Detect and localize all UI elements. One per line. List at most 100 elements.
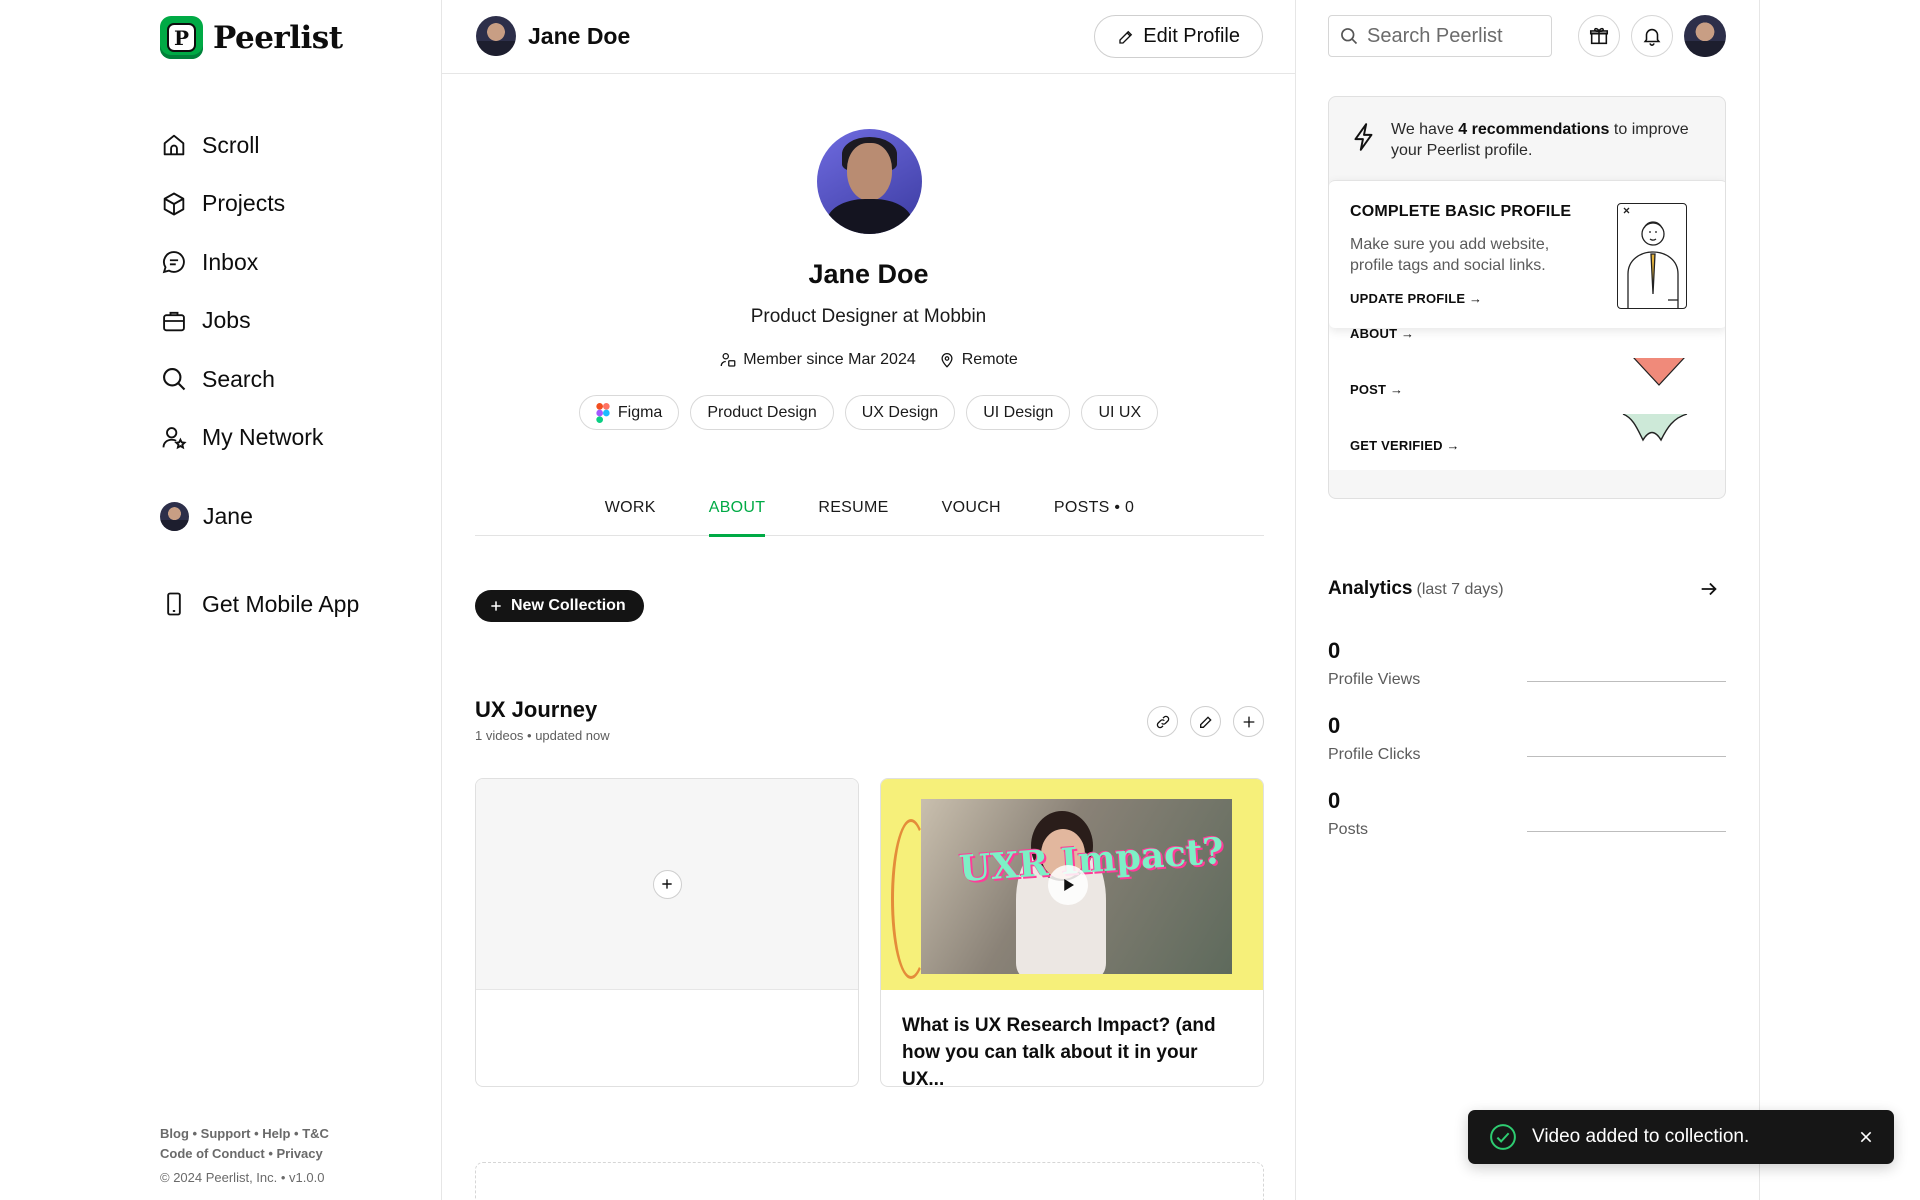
page: P Peerlist Scroll Projects Inbox Jobs Se… (0, 0, 1920, 1200)
profile-tags: Figma Product Design UX Design UI Design… (442, 395, 1295, 430)
network-icon (162, 426, 187, 449)
rec-get-verified[interactable]: GET VERIFIED → (1329, 413, 1725, 470)
copy-link-button[interactable] (1147, 706, 1178, 737)
figma-icon (596, 402, 610, 423)
nav-label: Projects (202, 190, 286, 217)
account-avatar[interactable] (1684, 15, 1726, 57)
avatar (476, 16, 516, 56)
tag-ui-ux[interactable]: UI UX (1081, 395, 1159, 430)
nav-label: My Network (202, 424, 324, 451)
stat-label: Profile Clicks (1328, 746, 1421, 763)
collection-actions (1147, 706, 1264, 737)
analytics-open-button[interactable] (1698, 578, 1720, 605)
sidebar-user-name: Jane (203, 503, 253, 529)
search-field[interactable] (1328, 15, 1552, 57)
analytics-period: (last 7 days) (1416, 581, 1504, 598)
gift-button[interactable] (1578, 15, 1620, 57)
tag-label: UI Design (983, 403, 1054, 421)
stat-profile-clicks: 0 Profile Clicks (1328, 713, 1726, 783)
right-panel: We have 4 recommendations to improve you… (1296, 0, 1760, 1200)
recommendations-panel: We have 4 recommendations to improve you… (1328, 96, 1726, 499)
footer-links[interactable]: Blog • Support • Help • T&C Code of Cond… (160, 1124, 329, 1164)
update-profile-link[interactable]: UPDATE PROFILE → (1350, 291, 1482, 306)
add-to-collection-button[interactable] (1233, 706, 1264, 737)
collection-subtitle: 1 videos • updated now (475, 728, 610, 743)
left-sidebar: P Peerlist Scroll Projects Inbox Jobs Se… (0, 0, 442, 1200)
tag-label: Figma (617, 403, 663, 421)
user-calendar-icon (720, 352, 736, 367)
tab-work[interactable]: WORK (605, 480, 656, 536)
stat-value: 0 (1328, 638, 1341, 663)
analytics-heading: Analytics (1328, 578, 1413, 599)
footer-links-line2[interactable]: Code of Conduct • Privacy (160, 1144, 329, 1164)
edit-profile-button[interactable]: Edit Profile (1094, 15, 1263, 58)
home-icon (163, 134, 185, 156)
stat-label: Profile Views (1328, 671, 1421, 688)
plus-icon (1243, 716, 1254, 727)
location-text: Remote (961, 351, 1018, 368)
add-item-card[interactable] (475, 778, 859, 1087)
logo-mark-icon: P (160, 16, 203, 59)
main-content: Jane Doe Edit Profile Jane Doe Product D… (442, 0, 1296, 1200)
video-title[interactable]: What is UX Research Impact? (and how you… (881, 990, 1263, 1086)
video-thumbnail[interactable]: UXR Impact? (881, 779, 1263, 990)
chat-icon (162, 251, 185, 274)
tag-ux-design[interactable]: UX Design (844, 395, 956, 430)
bell-icon (1643, 28, 1661, 46)
topbar-user-name: Jane Doe (528, 22, 631, 49)
stat-value: 0 (1328, 713, 1341, 738)
tab-vouch[interactable]: VOUCH (942, 480, 1001, 536)
video-card[interactable]: UXR Impact? What is UX Research Impact? … (880, 778, 1264, 1087)
nav-item-projects[interactable]: Projects (160, 175, 323, 234)
close-icon[interactable] (1858, 1129, 1874, 1145)
analytics-title: Analytics (last 7 days) (1328, 578, 1504, 600)
rec-card-title: COMPLETE BASIC PROFILE (1350, 203, 1572, 220)
nav-item-search[interactable]: Search (160, 350, 323, 409)
footer-links-line1[interactable]: Blog • Support • Help • T&C (160, 1124, 329, 1144)
member-since: Member since Mar 2024 (719, 351, 916, 369)
rec-label: ABOUT → (1350, 326, 1415, 341)
arrow-right-icon (1701, 582, 1717, 596)
edit-collection-button[interactable] (1190, 706, 1221, 737)
tab-about[interactable]: ABOUT (708, 480, 766, 537)
nav-item-inbox[interactable]: Inbox (160, 233, 323, 292)
play-button[interactable] (1048, 865, 1088, 905)
tag-product-design[interactable]: Product Design (690, 395, 834, 430)
toast-message: Video added to collection. (1532, 1126, 1750, 1147)
nav-label: Scroll (202, 131, 260, 158)
notifications-button[interactable] (1631, 15, 1673, 57)
stat-profile-views: 0 Profile Views (1328, 638, 1726, 708)
peerlist-logo[interactable]: P Peerlist (160, 16, 343, 59)
new-collection-button[interactable]: New Collection (475, 590, 644, 622)
add-item-button[interactable] (652, 869, 682, 899)
lightning-icon (1354, 123, 1373, 151)
tag-ui-design[interactable]: UI Design (966, 395, 1071, 430)
plus-icon (662, 879, 672, 889)
link-icon (1156, 715, 1169, 728)
stat-sparkline (1527, 681, 1726, 682)
nav-item-jobs[interactable]: Jobs (160, 292, 323, 351)
rec-post[interactable]: POST → (1329, 357, 1725, 414)
stat-sparkline (1527, 831, 1726, 832)
tab-resume[interactable]: RESUME (818, 480, 888, 536)
get-mobile-app-link[interactable]: Get Mobile App (160, 590, 359, 618)
rec-complete-basic-profile[interactable]: COMPLETE BASIC PROFILE Make sure you add… (1329, 180, 1725, 328)
intro-prefix: We have (1391, 121, 1459, 138)
nav-item-scroll[interactable]: Scroll (160, 116, 323, 175)
stat-label: Posts (1328, 821, 1369, 838)
rec-label: POST → (1350, 382, 1404, 397)
stat-posts: 0 Posts (1328, 788, 1726, 858)
phone-icon (167, 592, 181, 616)
collection-title: UX Journey (475, 697, 598, 722)
search-input[interactable] (1367, 24, 1547, 48)
location-pin-icon (941, 353, 953, 368)
tab-posts[interactable]: POSTS • 0 (1054, 480, 1134, 536)
next-collection-placeholder (475, 1162, 1264, 1200)
rec-label: GET VERIFIED → (1350, 438, 1460, 453)
profile-tabs: WORK ABOUT RESUME VOUCH POSTS • 0 (475, 480, 1264, 537)
copyright: © 2024 Peerlist, Inc. • v1.0.0 (160, 1170, 325, 1185)
tag-figma[interactable]: Figma (578, 395, 680, 430)
sidebar-profile-link[interactable]: Jane (160, 502, 253, 531)
nav-label: Jobs (202, 307, 251, 334)
nav-item-my-network[interactable]: My Network (160, 409, 323, 468)
